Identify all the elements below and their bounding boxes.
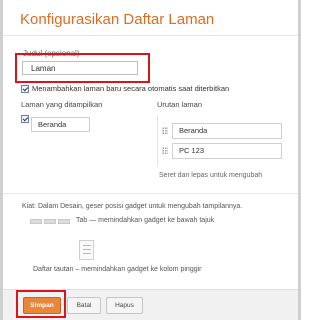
dialog-title: Konfigurasikan Daftar Laman <box>20 11 215 28</box>
highlight-box-title <box>15 53 150 83</box>
dialog-frame-right <box>298 0 301 320</box>
order-item-label: PC 123 <box>179 146 205 155</box>
highlight-box-save <box>16 290 66 318</box>
pages-shown-label: Laman yang ditampilkan <box>21 100 103 109</box>
order-item-label: Beranda <box>179 126 208 135</box>
drag-hint: Seret dan lepas untuk mengubah <box>159 172 263 179</box>
order-item-pc-123[interactable]: PC 123 <box>162 143 282 159</box>
drag-handle-icon[interactable] <box>162 147 168 155</box>
order-item-beranda[interactable]: Beranda <box>162 123 282 139</box>
drag-handle-icon[interactable] <box>162 127 168 135</box>
title-divider <box>3 35 298 36</box>
list-description: Daftar tautan – memindahkan gadget ke ko… <box>33 266 202 273</box>
page-checkbox-beranda[interactable] <box>21 115 29 123</box>
auto-add-label: Menambahkan laman baru secara otomatis s… <box>32 84 230 93</box>
list-layout-icon <box>79 240 94 260</box>
auto-add-option[interactable]: Menambahkan laman baru secara otomatis s… <box>21 84 229 93</box>
tab-description: Tab — memindahkan gadget ke bawah tajuk <box>76 217 215 224</box>
auto-add-checkbox[interactable] <box>21 84 29 93</box>
dialog-frame-left <box>0 0 3 320</box>
cancel-button[interactable]: Batal <box>67 297 101 314</box>
section-divider <box>3 193 298 194</box>
page-item-beranda: Beranda <box>31 117 90 132</box>
design-tip: Kiat: Dalam Desain, geser posisi gadget … <box>22 203 243 210</box>
tab-layout-icon <box>30 219 70 224</box>
delete-button[interactable]: Hapus <box>106 297 143 314</box>
page-order-label: Urutan laman <box>157 100 203 109</box>
